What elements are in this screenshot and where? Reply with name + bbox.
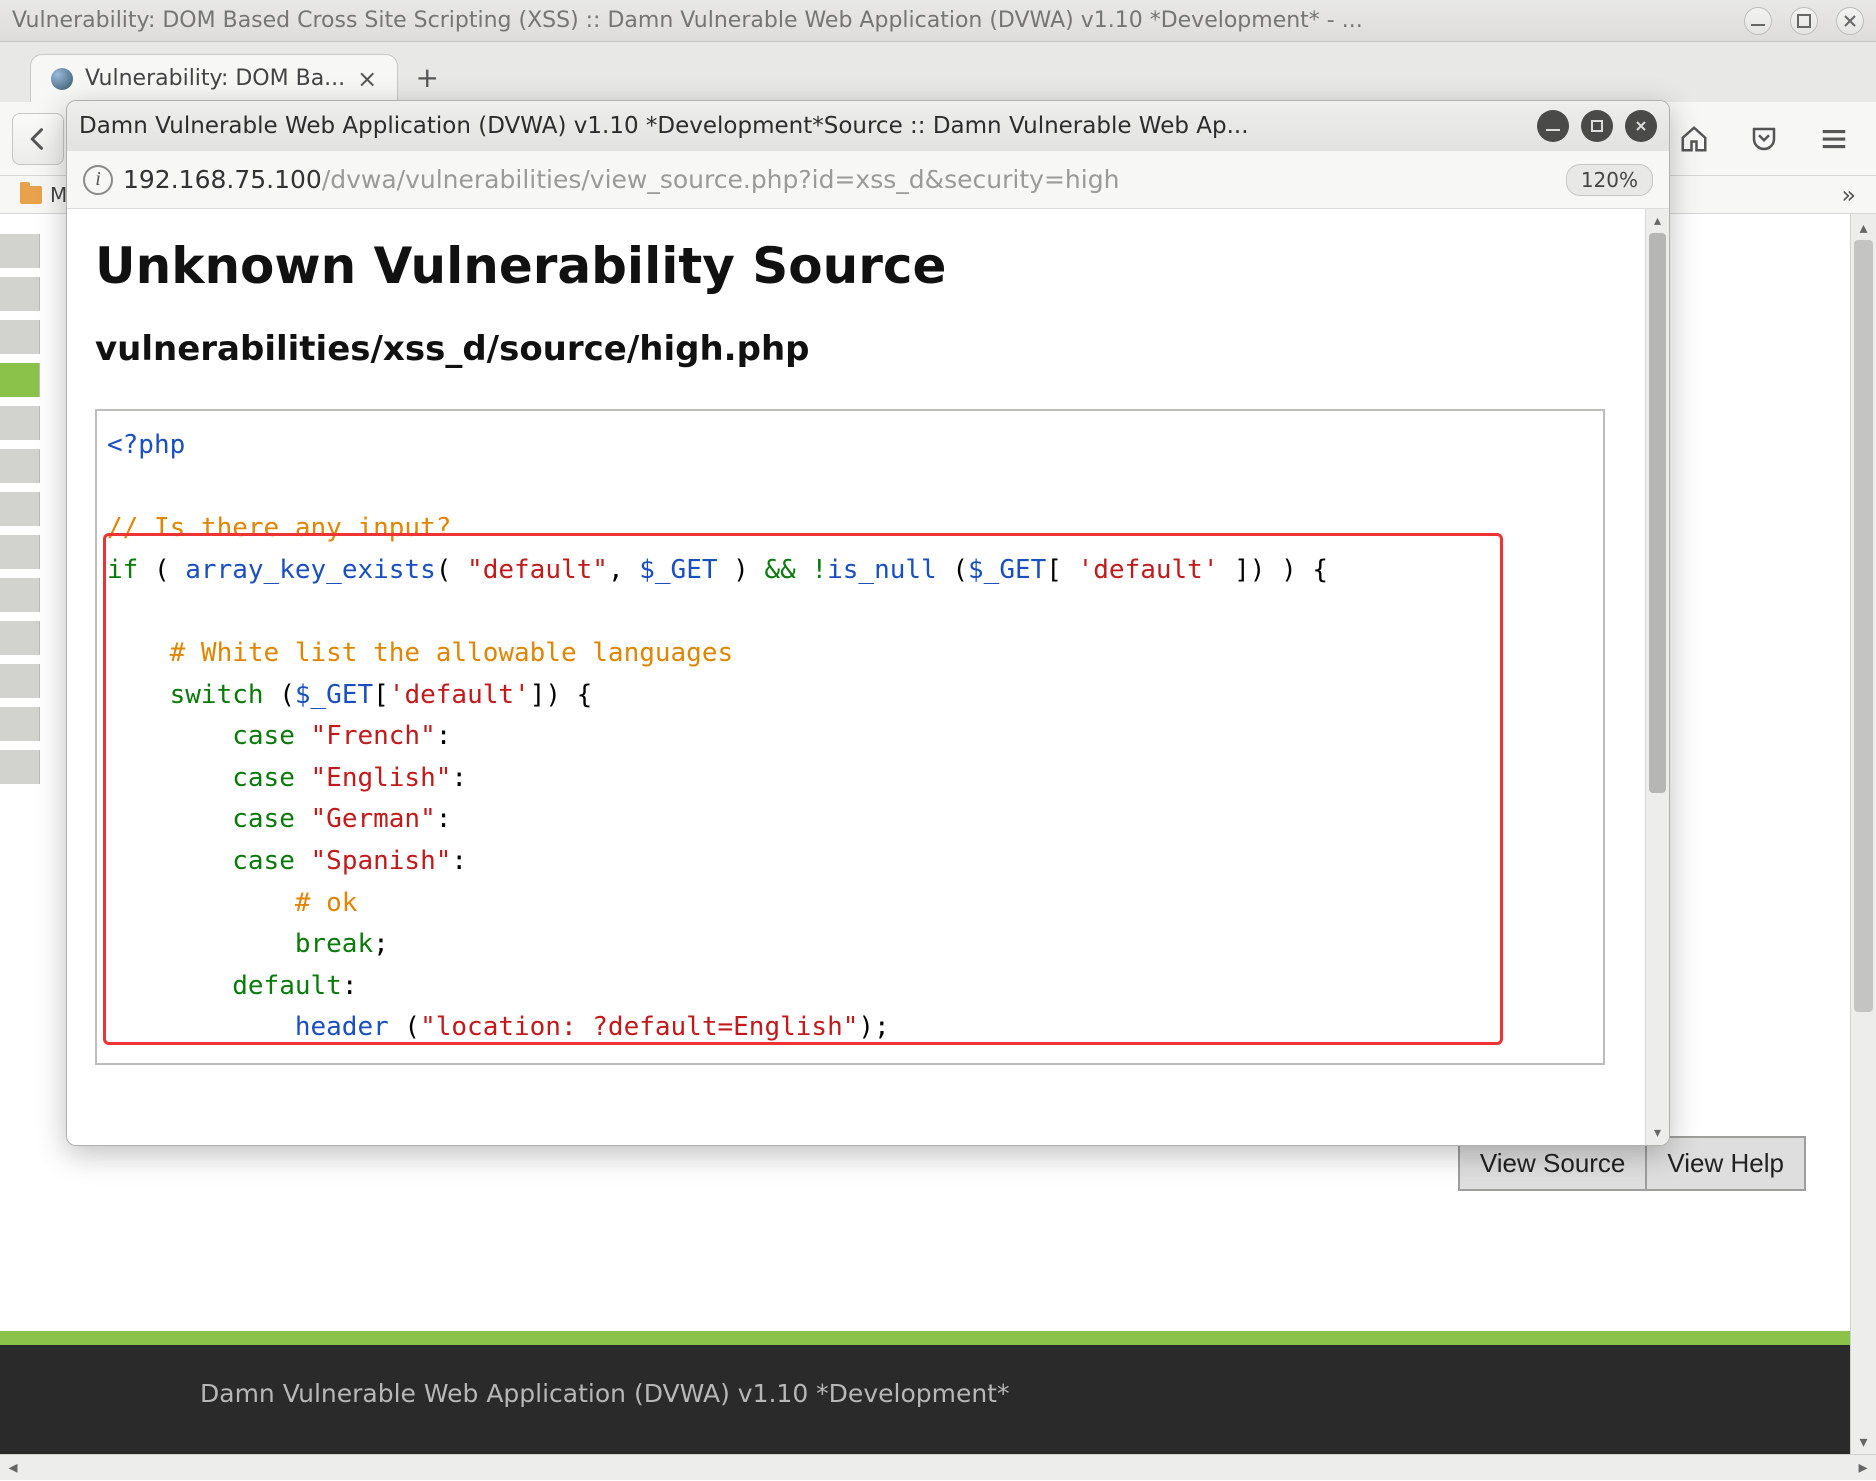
maximize-button[interactable] bbox=[1790, 7, 1818, 35]
new-tab-button[interactable]: + bbox=[412, 62, 442, 92]
view-help-button[interactable]: View Help bbox=[1647, 1136, 1806, 1191]
sidebar-item[interactable] bbox=[0, 320, 40, 354]
popup-addressbar: i 192.168.75.100/dvwa/vulnerabilities/vi… bbox=[67, 151, 1669, 209]
os-window-title: Vulnerability: DOM Based Cross Site Scri… bbox=[12, 8, 1744, 33]
page-heading: Unknown Vulnerability Source bbox=[95, 237, 1629, 295]
dvwa-accent-bar bbox=[0, 1331, 1876, 1345]
bookmarks-overflow-icon[interactable]: » bbox=[1841, 181, 1856, 209]
popup-content: Unknown Vulnerability Source vulnerabili… bbox=[67, 209, 1669, 1145]
tab-favicon-icon bbox=[51, 68, 73, 90]
popup-titlebar: Damn Vulnerable Web Application (DVWA) v… bbox=[67, 101, 1669, 151]
dvwa-sidebar bbox=[0, 214, 40, 1331]
sidebar-item-active[interactable] bbox=[0, 363, 40, 397]
os-titlebar: Vulnerability: DOM Based Cross Site Scri… bbox=[0, 0, 1876, 42]
sidebar-item[interactable] bbox=[0, 621, 40, 655]
sidebar-item[interactable] bbox=[0, 492, 40, 526]
url-host: 192.168.75.100 bbox=[123, 165, 322, 194]
sidebar-item[interactable] bbox=[0, 406, 40, 440]
sidebar-item[interactable] bbox=[0, 664, 40, 698]
menu-button[interactable] bbox=[1810, 115, 1858, 163]
popup-maximize-button[interactable] bbox=[1581, 110, 1613, 142]
os-window-controls bbox=[1744, 7, 1864, 35]
sidebar-item[interactable] bbox=[0, 234, 40, 268]
page-horizontal-scrollbar[interactable]: ◂ ▸ bbox=[0, 1454, 1876, 1480]
tab-label: Vulnerability: DOM Ba... bbox=[85, 66, 345, 91]
back-button[interactable] bbox=[12, 113, 64, 165]
dvwa-footer: Damn Vulnerable Web Application (DVWA) v… bbox=[0, 1345, 1876, 1454]
site-info-icon[interactable]: i bbox=[83, 165, 113, 195]
tab-close-icon[interactable]: × bbox=[357, 65, 377, 93]
sidebar-item[interactable] bbox=[0, 449, 40, 483]
url-path: /dvwa/vulnerabilities/view_source.php?id… bbox=[322, 165, 1120, 194]
sidebar-item[interactable] bbox=[0, 277, 40, 311]
browser-tabstrip: Vulnerability: DOM Ba... × + bbox=[0, 42, 1876, 102]
sidebar-item[interactable] bbox=[0, 750, 40, 784]
browser-tab[interactable]: Vulnerability: DOM Ba... × bbox=[30, 54, 398, 102]
source-popup-window: Damn Vulnerable Web Application (DVWA) v… bbox=[66, 100, 1670, 1146]
popup-title: Damn Vulnerable Web Application (DVWA) v… bbox=[79, 113, 1525, 139]
popup-minimize-button[interactable] bbox=[1537, 110, 1569, 142]
bookmark-item[interactable]: M bbox=[50, 183, 67, 207]
source-code-box: <?php // Is there any input? if ( array_… bbox=[95, 409, 1605, 1065]
page-vertical-scrollbar[interactable]: ▴ ▾ bbox=[1850, 214, 1876, 1454]
home-button[interactable] bbox=[1670, 115, 1718, 163]
popup-url[interactable]: 192.168.75.100/dvwa/vulnerabilities/view… bbox=[123, 165, 1556, 194]
page-subheading: vulnerabilities/xss_d/source/high.php bbox=[95, 329, 1629, 369]
pocket-button[interactable] bbox=[1740, 115, 1788, 163]
zoom-level-badge[interactable]: 120% bbox=[1566, 164, 1653, 196]
close-button[interactable] bbox=[1836, 7, 1864, 35]
minimize-button[interactable] bbox=[1744, 7, 1772, 35]
sidebar-item[interactable] bbox=[0, 578, 40, 612]
sidebar-item[interactable] bbox=[0, 707, 40, 741]
folder-icon bbox=[20, 186, 42, 204]
sidebar-item[interactable] bbox=[0, 535, 40, 569]
popup-vertical-scrollbar[interactable]: ▴ ▾ bbox=[1645, 209, 1669, 1145]
popup-close-button[interactable] bbox=[1625, 110, 1657, 142]
